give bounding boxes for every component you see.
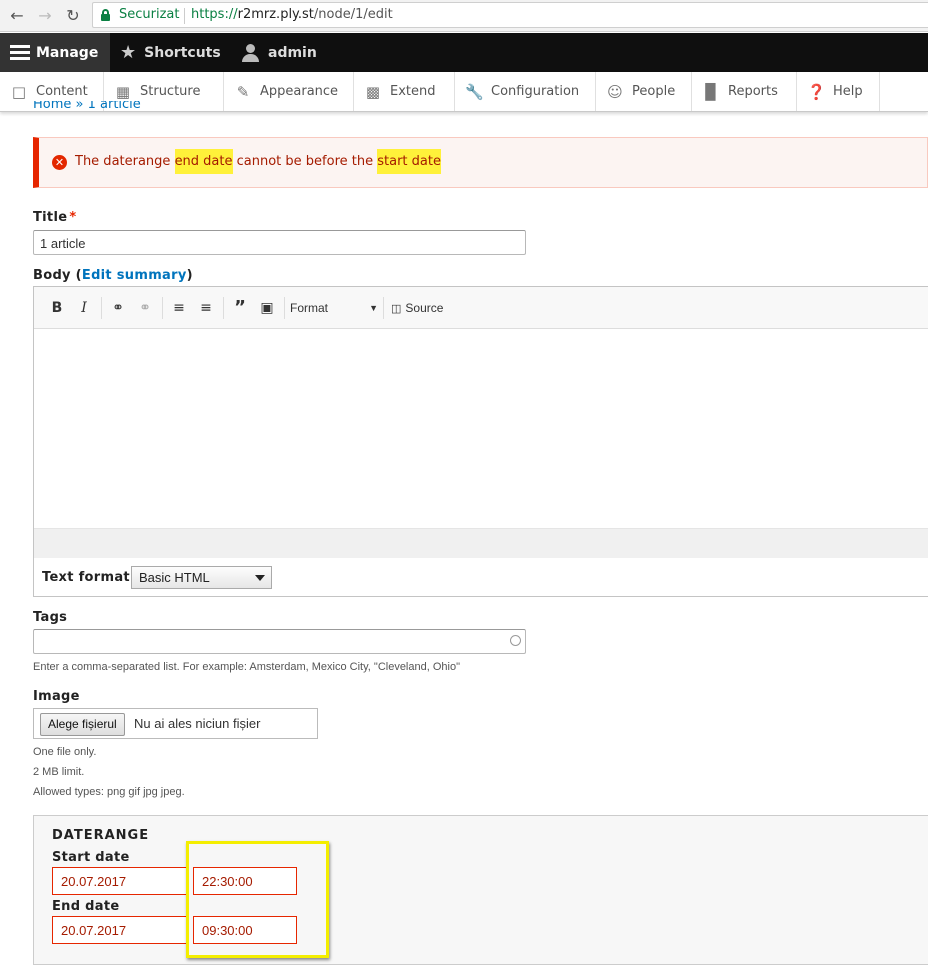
edit-summary-link[interactable]: Edit summary [82,268,187,283]
reload-icon[interactable]: ↻ [62,5,84,27]
editor-toolbar: B I ⚭ ⚭ ≡ ≡ ” ▣ Format ▼ ◫ Source [34,287,928,329]
image-desc-count: One file only. [33,746,97,758]
editor-statusbar [34,529,928,558]
people-icon: ☺ [607,82,623,101]
start-date-label: Start date [52,850,130,865]
wrench-icon: 🔧 [465,82,484,101]
user-tab[interactable]: admin [242,33,317,72]
blockquote-icon[interactable]: ” [230,297,250,319]
url-text[interactable]: https://r2mrz.ply.st/node/1/edit [191,7,393,22]
text-format-wrapper: Text format Basic HTML [33,558,928,597]
start-date-input[interactable]: 20.07.2017 [52,867,187,895]
annotation-highlight-box [186,841,329,958]
source-icon: ◫ [391,303,402,315]
sitemap-icon: ▦ [115,82,131,101]
bulleted-list-icon[interactable]: ≡ [169,297,189,319]
autocomplete-throbber-icon [510,635,521,646]
tray-item-reports[interactable]: ▉ Reports [692,72,797,111]
body-label: Body (Edit summary) [33,268,193,283]
lock-icon [101,9,110,21]
title-label: Title * [33,210,77,225]
source-button[interactable]: ◫ Source [391,297,453,319]
secure-label: Securizat [119,7,180,22]
tray-item-appearance[interactable]: ✎ Appearance [224,72,354,111]
puzzle-icon: ▩ [365,82,381,101]
editor-content-area[interactable] [34,329,928,529]
file-icon: □ [11,82,27,101]
back-arrow-icon[interactable]: ← [6,5,28,27]
format-dropdown[interactable]: Format ▼ [290,297,378,319]
image-label: Image [33,689,80,704]
image-desc-types: Allowed types: png gif jpg jpeg. [33,786,185,798]
error-message: ✕ The daterange end date cannot be befor… [33,137,928,188]
tags-input[interactable] [33,629,526,654]
forward-arrow-icon[interactable]: → [34,5,56,27]
image-icon[interactable]: ▣ [257,297,277,319]
tray-item-help[interactable]: ❓ Help [797,72,880,111]
choose-file-button[interactable]: Alege fișierul [40,713,125,736]
tray-item-configuration[interactable]: 🔧 Configuration [455,72,596,111]
required-mark: * [69,210,77,225]
dropdown-arrow-icon: ▼ [369,303,378,313]
file-status: Nu ai ales niciun fișier [134,716,261,731]
tags-label: Tags [33,610,68,625]
paintbrush-icon: ✎ [236,82,250,101]
image-desc-size: 2 MB limit. [33,766,85,778]
admin-toolbar: Manage ★ Shortcuts admin [0,33,928,72]
error-icon: ✕ [52,155,67,170]
body-editor: B I ⚭ ⚭ ≡ ≡ ” ▣ Format ▼ ◫ Source [33,286,928,558]
dropdown-arrow-icon [255,575,265,581]
tray-item-people[interactable]: ☺ People [596,72,692,111]
image-file-input: Alege fișierul Nu ai ales niciun fișier [33,708,318,739]
text-format-label: Text format [42,570,130,585]
manage-tab[interactable]: Manage [0,33,110,72]
user-icon [242,43,259,62]
star-icon: ★ [120,42,137,63]
help-icon: ❓ [807,82,826,101]
breadcrumb[interactable]: Home » 1 article [33,101,141,112]
link-icon[interactable]: ⚭ [108,297,128,319]
end-date-input[interactable]: 20.07.2017 [52,916,187,944]
address-bar[interactable]: Securizat https://r2mrz.ply.st/node/1/ed… [92,2,928,28]
bar-chart-icon: ▉ [705,82,717,101]
numbered-list-icon[interactable]: ≡ [196,297,216,319]
hamburger-icon [10,44,30,61]
bold-icon[interactable]: B [48,297,66,319]
daterange-legend: DATERANGE [52,828,150,843]
title-input[interactable]: 1 article [33,230,526,255]
end-date-label: End date [52,899,120,914]
tags-description: Enter a comma-separated list. For exampl… [33,661,460,673]
shortcuts-tab[interactable]: ★ Shortcuts [120,33,221,72]
browser-bar: ← → ↻ Securizat https://r2mrz.ply.st/nod… [0,0,928,32]
unlink-icon[interactable]: ⚭ [135,297,155,319]
tray-item-extend[interactable]: ▩ Extend [354,72,455,111]
daterange-fieldset: DATERANGE Start date 20.07.2017 22:30:00… [33,815,928,965]
text-format-select[interactable]: Basic HTML [131,566,272,589]
italic-icon[interactable]: I [75,297,93,319]
error-text: The daterange end date cannot be before … [75,149,441,174]
